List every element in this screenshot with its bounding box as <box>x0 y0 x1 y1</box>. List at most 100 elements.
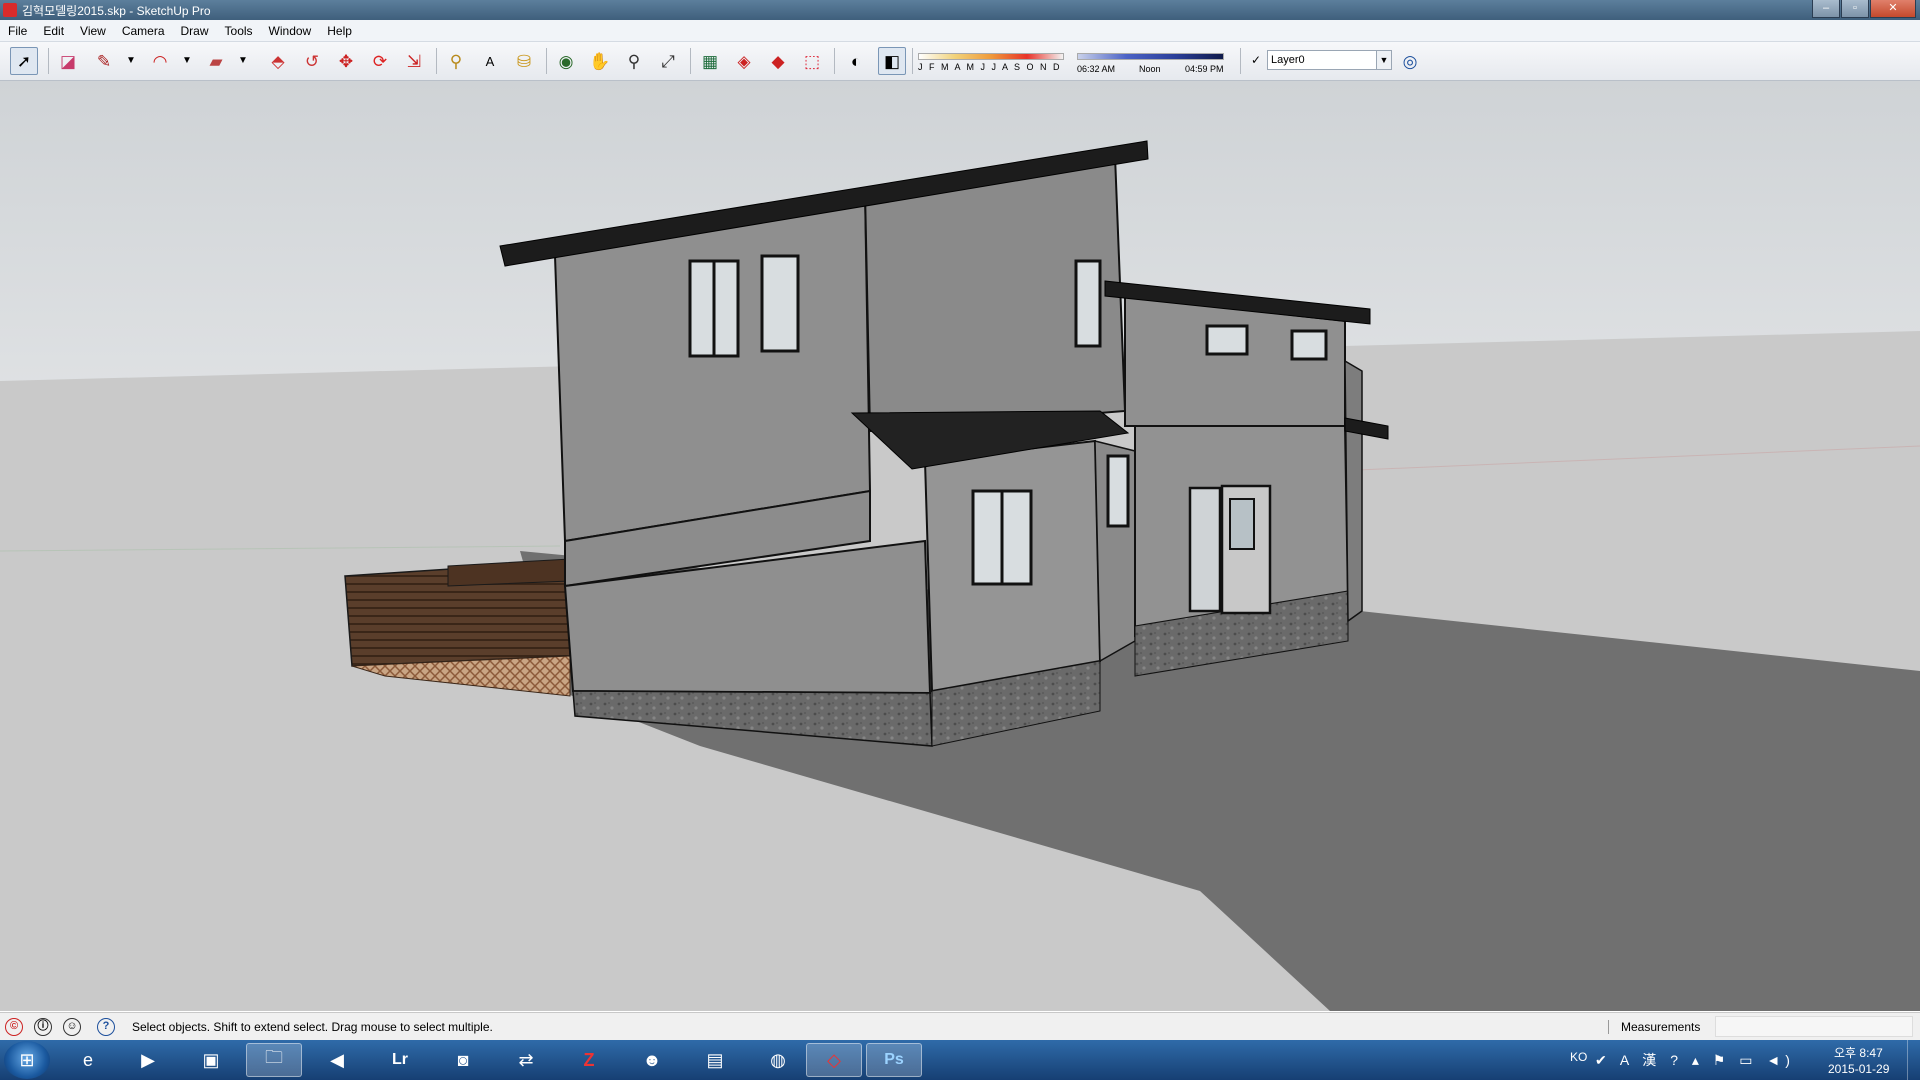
archive-app-icon[interactable]: ▤ <box>687 1043 743 1077</box>
rotate-tool-icon[interactable]: ⟳ <box>366 47 394 75</box>
time-start-label: 06:32 AM <box>1077 64 1116 74</box>
photoshop-icon[interactable]: Ps <box>866 1043 922 1077</box>
move-tool-icon[interactable]: ✥ <box>332 47 360 75</box>
orbit-tool-icon[interactable]: ◉ <box>552 47 580 75</box>
layer-manager-icon[interactable]: ◎ <box>1396 47 1424 75</box>
network-app-icon[interactable]: ⇄ <box>498 1043 554 1077</box>
month-labels: J F M A M J J A S O N D <box>918 62 1062 72</box>
title-bar: 김혁모델링2015.skp - SketchUp Pro – ▫ ✕ <box>0 0 1920 20</box>
rectangle-tool-icon[interactable]: ▰ <box>202 47 230 75</box>
media-player-icon[interactable]: ▶ <box>120 1043 176 1077</box>
lightroom-icon[interactable]: Lr <box>372 1043 428 1077</box>
pan-tool-icon[interactable]: ✋ <box>586 47 614 75</box>
menu-draw[interactable]: Draw <box>173 24 217 38</box>
clock-time[interactable]: 오후 8:47 <box>1834 1044 1883 1061</box>
menu-file[interactable]: File <box>0 24 35 38</box>
camera-app-icon[interactable]: ◙ <box>435 1043 491 1077</box>
maximize-button[interactable]: ▫ <box>1841 0 1869 18</box>
measurements-input[interactable] <box>1715 1016 1913 1037</box>
time-slider[interactable] <box>1077 53 1224 60</box>
layer-active-check-icon: ✓ <box>1251 53 1262 67</box>
window-right-wing-2 <box>1290 329 1328 361</box>
pencil-line-tool-icon[interactable]: ✎ <box>90 47 118 75</box>
select-tool-icon[interactable]: ➚ <box>10 47 38 75</box>
sketchup-icon[interactable]: ◇ <box>806 1043 862 1077</box>
info-icon[interactable]: ⓘ <box>34 1018 52 1036</box>
clock-date[interactable]: 2015-01-29 <box>1828 1062 1889 1076</box>
share-model-icon[interactable]: ◆ <box>764 47 792 75</box>
shadows-toggle-icon[interactable]: ◐ <box>842 47 870 75</box>
main-toolbar: ➚ ◪ ✎ ▼ ◠ ▼ ▰ ▼ ⬘ ↺ ✥ ⟳ ⇲ ⚲ A ⛁ ◉ ✋ ⚲ ⤢ … <box>0 42 1920 81</box>
sketchup-app-icon <box>3 3 17 17</box>
close-button[interactable]: ✕ <box>1870 0 1916 18</box>
window-title: 김혁모델링2015.skp - SketchUp Pro <box>22 4 211 18</box>
chrome-icon[interactable]: ◍ <box>750 1043 806 1077</box>
time-end-label: 04:59 PM <box>1185 64 1224 74</box>
arc-dropdown-icon[interactable]: ▼ <box>180 47 194 75</box>
system-tray-icons[interactable]: ✔ A 漢 ? ▴ ⚑ ▭ ◄) <box>1595 1050 1795 1070</box>
status-bar: © ⓘ ☺ ? Select objects. Shift to extend … <box>0 1012 1920 1041</box>
time-noon-label: Noon <box>1139 64 1161 74</box>
arc-tool-icon[interactable]: ◠ <box>146 47 174 75</box>
menu-window[interactable]: Window <box>261 24 320 38</box>
paint-bucket-tool-icon[interactable]: ⛁ <box>510 47 538 75</box>
zoom-tool-icon[interactable]: ⚲ <box>620 47 648 75</box>
filezilla-icon[interactable]: Z <box>561 1043 617 1077</box>
extension-warehouse-icon[interactable]: ⬚ <box>798 47 826 75</box>
toolbar-divider <box>436 48 437 74</box>
help-icon[interactable]: ? <box>97 1018 115 1036</box>
scale-tool-icon[interactable]: ⇲ <box>400 47 428 75</box>
layer-select-value: Layer0 <box>1271 54 1305 66</box>
toolbar-divider <box>912 48 913 74</box>
menu-help[interactable]: Help <box>319 24 360 38</box>
offset-tool-icon[interactable]: ↺ <box>298 47 326 75</box>
fog-toggle-icon[interactable]: ◧ <box>878 47 906 75</box>
menu-bar: File Edit View Camera Draw Tools Window … <box>0 20 1920 42</box>
measurements-label: Measurements <box>1608 1020 1700 1034</box>
house-model-drawing <box>0 140 1920 1011</box>
visual-studio-icon[interactable]: ◀ <box>309 1043 365 1077</box>
push-pull-tool-icon[interactable]: ⬘ <box>264 47 292 75</box>
layer-select[interactable]: Layer0 <box>1267 50 1392 70</box>
menu-tools[interactable]: Tools <box>217 24 261 38</box>
sidelight-window <box>1188 486 1222 613</box>
window-controls: – ▫ ✕ <box>1811 0 1916 18</box>
zoom-extents-tool-icon[interactable]: ⤢ <box>654 47 682 75</box>
eraser-tool-icon[interactable]: ◪ <box>54 47 82 75</box>
qq-messenger-icon[interactable]: ☻ <box>624 1043 680 1077</box>
toolbar-divider <box>690 48 691 74</box>
status-hint: Select objects. Shift to extend select. … <box>132 1020 493 1034</box>
windows-taskbar: ⊞ e ▶ ▣ 🗀 ◀ Lr ◙ ⇄ Z ☻ ▤ ◍ ◇ Ps KO ✔ A 漢… <box>0 1040 1920 1080</box>
window-right-wing-1 <box>1205 324 1249 356</box>
user-account-icon[interactable]: ☺ <box>63 1018 81 1036</box>
door-glass <box>1229 498 1255 550</box>
start-button[interactable]: ⊞ <box>4 1041 50 1079</box>
get-models-icon[interactable]: ◈ <box>730 47 758 75</box>
menu-camera[interactable]: Camera <box>114 24 173 38</box>
toolbar-divider <box>48 48 49 74</box>
copyright-icon[interactable]: © <box>5 1018 23 1036</box>
toolbar-divider <box>834 48 835 74</box>
chevron-down-icon[interactable]: ▼ <box>1376 50 1392 70</box>
text-tool-icon[interactable]: A <box>476 47 504 75</box>
show-desktop-button[interactable] <box>1907 1040 1920 1080</box>
tape-measure-tool-icon[interactable]: ⚲ <box>442 47 470 75</box>
date-slider[interactable] <box>918 53 1064 60</box>
internet-explorer-icon[interactable]: e <box>60 1043 116 1077</box>
photo-app-icon[interactable]: ▣ <box>183 1043 239 1077</box>
shape-dropdown-icon[interactable]: ▼ <box>236 47 250 75</box>
menu-view[interactable]: View <box>72 24 114 38</box>
minimize-button[interactable]: – <box>1812 0 1840 18</box>
toolbar-divider <box>546 48 547 74</box>
model-viewport[interactable] <box>0 81 1920 1011</box>
file-explorer-icon[interactable]: 🗀 <box>246 1043 302 1077</box>
language-indicator[interactable]: KO <box>1570 1050 1587 1064</box>
line-dropdown-icon[interactable]: ▼ <box>124 47 138 75</box>
window-upper-left-2 <box>760 254 800 353</box>
window-upper-mid <box>1074 259 1102 348</box>
window-side-box <box>1106 454 1130 528</box>
toolbar-divider <box>1240 48 1241 74</box>
warehouse-icon[interactable]: ▦ <box>696 47 724 75</box>
menu-edit[interactable]: Edit <box>35 24 72 38</box>
right-wing-side <box>1344 359 1363 623</box>
